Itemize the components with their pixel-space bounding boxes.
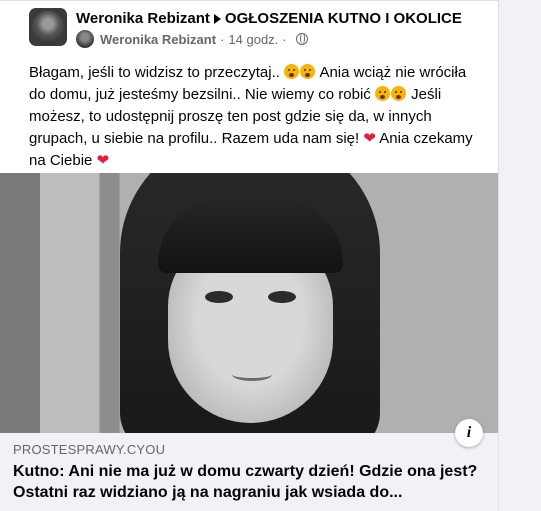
- link-title[interactable]: Kutno: Ani nie ma już w domu czwarty dzi…: [13, 461, 483, 503]
- image-eye-left: [205, 291, 233, 303]
- image-eye-right: [268, 291, 296, 303]
- post-card: Weronika Rebizant OGŁOSZENIA KUTNO I OKO…: [0, 0, 499, 511]
- crying-face-emoji-icon: [284, 64, 300, 79]
- post-meta: Weronika Rebizant · 14 godz. ·: [76, 30, 308, 48]
- red-heart-icon: ❤: [363, 130, 376, 147]
- link-domain: PROSTESPRAWY.CYOU: [13, 442, 166, 457]
- arrow-right-icon: [213, 13, 221, 24]
- meta-separator-2: ·: [282, 31, 287, 47]
- post-header-title: Weronika Rebizant OGŁOSZENIA KUTNO I OKO…: [76, 10, 462, 27]
- post-body-text: Błagam, jeśli to widzisz to przeczytaj..…: [29, 62, 479, 172]
- group-avatar[interactable]: [29, 8, 67, 46]
- author-mini-avatar[interactable]: [76, 30, 94, 48]
- group-name-link[interactable]: OGŁOSZENIA KUTNO I OKOLICE: [225, 10, 462, 27]
- red-heart-icon: ❤: [96, 152, 110, 169]
- link-preview-image[interactable]: [0, 173, 498, 433]
- author-sub-name[interactable]: Weronika Rebizant: [100, 32, 216, 47]
- post-time[interactable]: 14 godz.: [228, 32, 278, 47]
- meta-separator: ·: [220, 31, 225, 47]
- author-name-link[interactable]: Weronika Rebizant: [76, 10, 210, 27]
- crying-face-emoji-icon: [374, 86, 390, 101]
- image-mouth: [232, 368, 272, 381]
- crying-face-emoji-icon: [300, 64, 316, 79]
- post-header: Weronika Rebizant OGŁOSZENIA KUTNO I OKO…: [16, 6, 486, 48]
- info-icon[interactable]: i: [455, 419, 483, 447]
- card-top-border: [0, 0, 498, 1]
- post-text-part-1: Błagam, jeśli to widzisz to przeczytaj..: [29, 64, 280, 81]
- globe-icon: [295, 33, 308, 45]
- crying-face-emoji-icon: [390, 86, 406, 101]
- group-avatar-image: [32, 11, 64, 43]
